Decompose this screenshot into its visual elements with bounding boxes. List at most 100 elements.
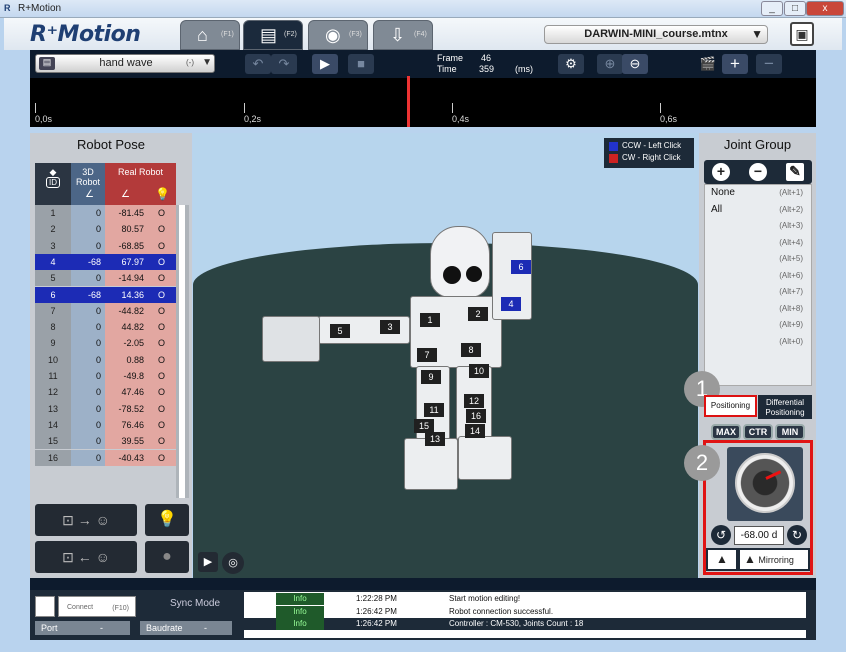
- undo-button[interactable]: ↶: [245, 54, 271, 74]
- sync-mode-toggle[interactable]: Sync Mode: [170, 598, 220, 609]
- table-cell: O: [147, 286, 176, 303]
- led-off-button[interactable]: ●: [145, 541, 189, 573]
- remove-frame-button[interactable]: −: [756, 54, 782, 74]
- joint-label[interactable]: 4: [501, 297, 521, 311]
- angle-dial[interactable]: [735, 453, 795, 513]
- log-row[interactable]: Info 1:26:42 PM Robot connection successfu…: [244, 605, 806, 618]
- joint-group-item[interactable]: All: [711, 204, 722, 215]
- tab-motion[interactable]: ▤ (F2): [243, 20, 303, 50]
- tab-download[interactable]: ⇩ (F4): [373, 20, 433, 50]
- gear-icon[interactable]: ⚙: [558, 54, 584, 74]
- maximize-button[interactable]: □: [784, 1, 806, 16]
- table-row[interactable]: 11 0 -49.8 O: [35, 368, 176, 385]
- robot-gripper[interactable]: [262, 316, 320, 362]
- min-button[interactable]: MIN: [775, 424, 805, 440]
- table-row[interactable]: 8 0 44.82 O: [35, 319, 176, 336]
- joint-label[interactable]: 2: [468, 307, 488, 321]
- table-scrollbar[interactable]: [176, 205, 189, 498]
- ctr-button[interactable]: CTR: [743, 424, 773, 440]
- joint-label[interactable]: 1: [420, 313, 440, 327]
- table-row[interactable]: 14 0 76.46 O: [35, 416, 176, 434]
- table-row[interactable]: 10 0 0.88 O: [35, 351, 176, 368]
- joint-label[interactable]: 5: [330, 324, 350, 338]
- lightbulb-icon: 💡: [157, 511, 177, 528]
- robot-left-foot[interactable]: [458, 436, 512, 480]
- close-button[interactable]: x: [806, 1, 844, 16]
- view-reset-icon[interactable]: ◎: [222, 552, 244, 574]
- table-row[interactable]: 5 0 -14.94 O: [35, 270, 176, 287]
- robot-head[interactable]: [430, 226, 490, 298]
- table-row[interactable]: 6 -68 14.36 O: [35, 286, 176, 303]
- max-button[interactable]: MAX: [711, 424, 741, 440]
- log-row[interactable]: Info 1:26:42 PM Controller : CM-530, Joint…: [244, 618, 806, 630]
- table-row[interactable]: 3 0 -68.85 O: [35, 237, 176, 254]
- table-cell: 0: [71, 302, 105, 320]
- joint-label[interactable]: 13: [425, 432, 445, 446]
- joint-label[interactable]: 9: [421, 370, 441, 384]
- table-cell: O: [147, 368, 176, 385]
- home-icon: ⌂: [197, 25, 208, 45]
- camera-icon[interactable]: ▶: [198, 552, 218, 572]
- rotate-ccw-icon[interactable]: ↺: [711, 525, 731, 545]
- joint-group-list[interactable]: None (Alt+1) All (Alt+2) (Alt+3) (Alt+4) (Alt+…: [704, 184, 812, 386]
- remove-group-button[interactable]: −: [749, 163, 767, 181]
- baudrate-select[interactable]: Baudrate -: [140, 621, 232, 635]
- angle-icon: ∠: [121, 189, 130, 200]
- edit-group-icon[interactable]: ✎: [786, 163, 804, 181]
- timeline[interactable]: [30, 78, 816, 127]
- minimize-button[interactable]: _: [761, 1, 783, 16]
- joint-label[interactable]: 14: [465, 424, 485, 438]
- add-group-button[interactable]: +: [712, 163, 730, 181]
- joint-label[interactable]: 11: [424, 403, 444, 417]
- table-row[interactable]: 13 0 -78.52 O: [35, 400, 176, 417]
- table-row[interactable]: 9 0 -2.05 O: [35, 335, 176, 352]
- table-cell: O: [147, 205, 176, 222]
- table-row[interactable]: 15 0 39.55 O: [35, 433, 176, 450]
- play-button[interactable]: ▶: [312, 54, 338, 74]
- mirror-icon[interactable]: ▲: [708, 550, 736, 569]
- mirroring-button[interactable]: ▲ Mirroring: [740, 550, 808, 569]
- tab-differential-positioning[interactable]: Differential Positioning: [758, 395, 812, 419]
- joint-label[interactable]: 12: [464, 394, 484, 408]
- joint-label[interactable]: 6: [511, 260, 531, 274]
- time-value: 359: [479, 64, 495, 74]
- stop-button[interactable]: ■: [348, 54, 374, 74]
- joint-label[interactable]: 10: [469, 364, 489, 378]
- table-cell: 0: [71, 368, 105, 385]
- joint-label[interactable]: 7: [417, 348, 437, 362]
- log-row[interactable]: Info 1:22:28 PM Start motion editing!: [244, 593, 806, 605]
- joint-label[interactable]: 16: [466, 409, 486, 423]
- joint-label[interactable]: 8: [461, 343, 481, 357]
- table-row[interactable]: 7 0 -44.82 O: [35, 302, 176, 320]
- table-row[interactable]: 2 0 80.57 O: [35, 221, 176, 238]
- joint-group-item[interactable]: None: [711, 187, 735, 198]
- port-select[interactable]: Port -: [35, 621, 130, 635]
- table-cell: 8: [35, 319, 71, 336]
- shortcut-label: (Alt+8): [779, 303, 803, 313]
- rotate-cw-icon[interactable]: ↻: [787, 525, 807, 545]
- zoom-out-icon[interactable]: ⊖: [622, 54, 648, 74]
- clapper-icon[interactable]: 🎬: [695, 54, 721, 74]
- file-select[interactable]: DARWIN-MINI_course.mtnx ▼: [544, 25, 768, 44]
- playhead[interactable]: [407, 76, 410, 127]
- table-row[interactable]: 12 0 47.46 O: [35, 384, 176, 401]
- table-row[interactable]: 1 0 -81.45 O: [35, 205, 176, 222]
- copy-to-robot-button[interactable]: ⊡ ← ☺: [35, 541, 137, 573]
- tab-home[interactable]: ⌂ (F1): [180, 20, 240, 50]
- joint-label[interactable]: 15: [414, 419, 434, 433]
- motion-select[interactable]: ▤ hand wave (-) ▼: [35, 54, 215, 73]
- table-row[interactable]: 4 -68 67.97 O: [35, 253, 176, 271]
- tab-positioning[interactable]: Positioning: [704, 395, 757, 417]
- connect-button[interactable]: Connect (F10): [58, 596, 136, 617]
- add-frame-button[interactable]: +: [722, 54, 748, 74]
- joint-label[interactable]: 3: [380, 320, 400, 334]
- copy-to-3d-button[interactable]: ⊡ → ☺: [35, 504, 137, 536]
- tab-motion-group[interactable]: ◉ (F3): [308, 20, 368, 50]
- zoom-in-icon[interactable]: ⊕: [597, 54, 623, 74]
- led-on-button[interactable]: 💡: [145, 504, 189, 536]
- save-icon[interactable]: ▣: [790, 22, 814, 46]
- angle-value-input[interactable]: -68.00 d: [734, 526, 784, 545]
- redo-button[interactable]: ↷: [271, 54, 297, 74]
- table-row[interactable]: 16 0 -40.43 O: [35, 449, 176, 466]
- shortcut-label: (Alt+5): [779, 254, 803, 263]
